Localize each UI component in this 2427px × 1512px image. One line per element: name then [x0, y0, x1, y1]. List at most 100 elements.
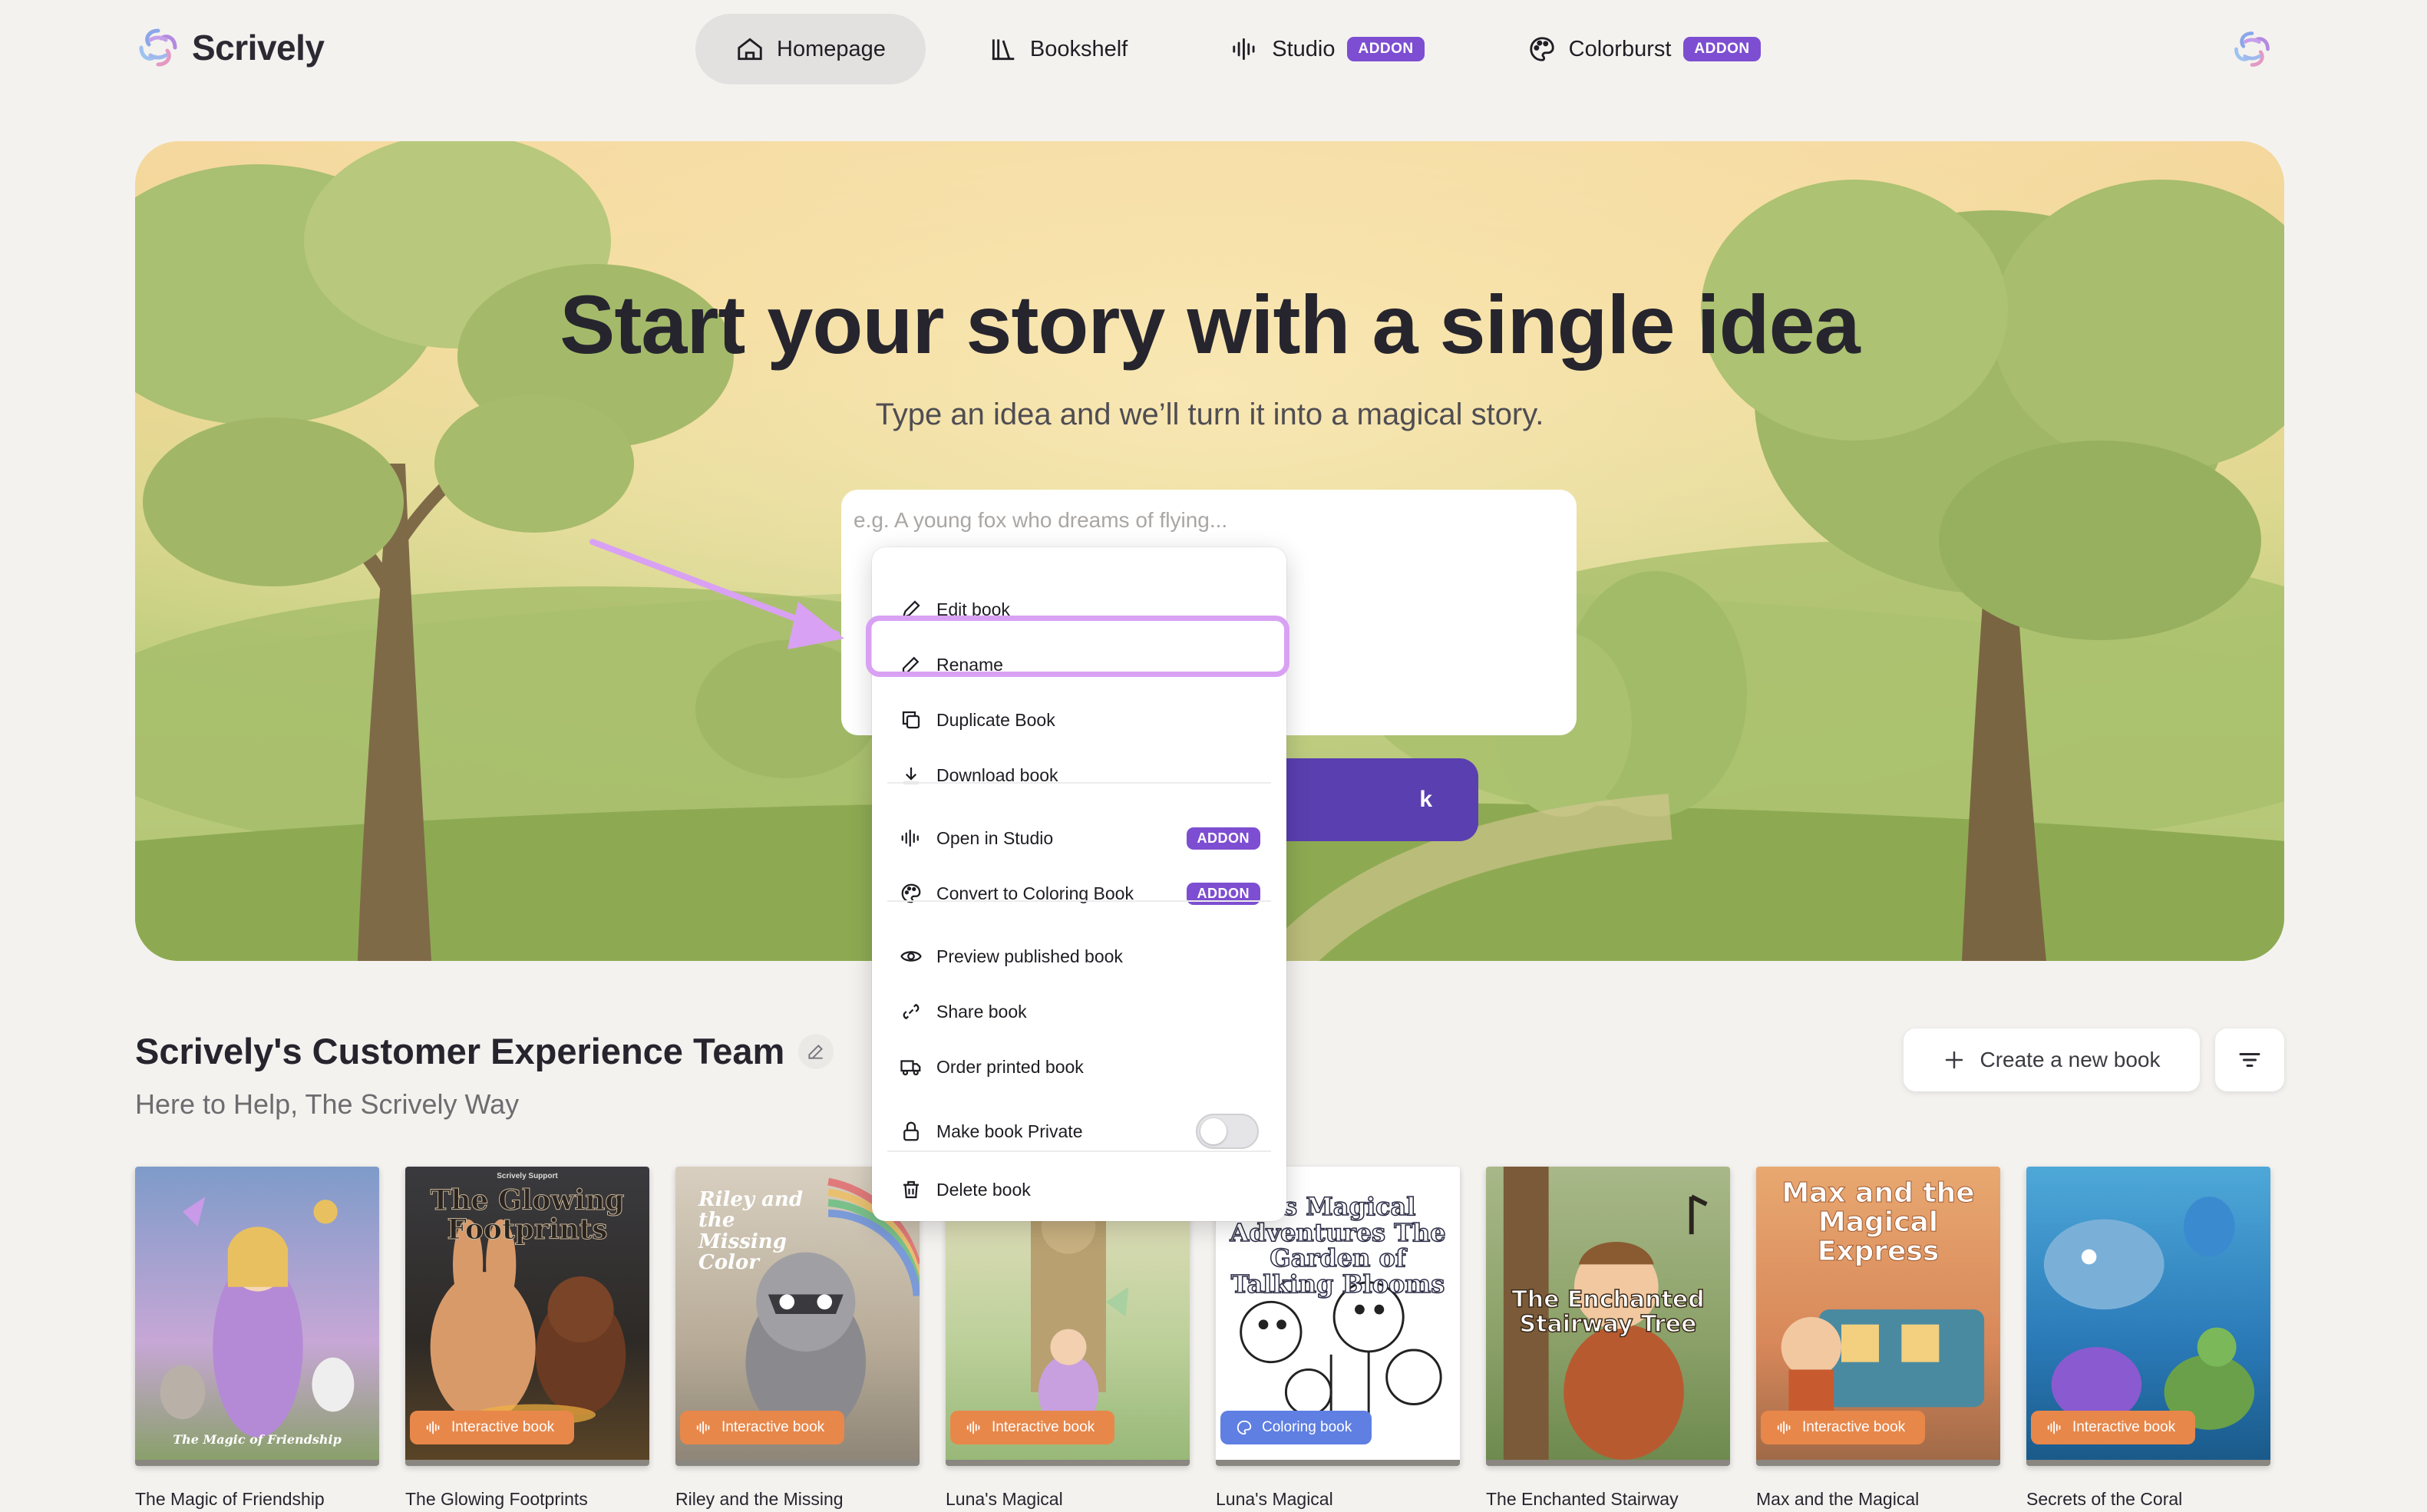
book-cover[interactable]: The Magic of Friendship [135, 1167, 379, 1466]
menu-duplicate-book[interactable]: Duplicate Book [884, 696, 1274, 744]
copy-icon [902, 711, 920, 729]
create-new-book-button[interactable]: Create a new book [1904, 1028, 2200, 1091]
book-cover[interactable]: Interactive book [2026, 1167, 2270, 1466]
audio-wave-icon [696, 1421, 710, 1434]
badge-label: Interactive book [721, 1419, 825, 1435]
book-title: Luna's Magical [946, 1489, 1063, 1509]
home-icon [738, 38, 762, 61]
menu-label: Share book [936, 1001, 1027, 1022]
audio-wave-icon [1777, 1421, 1791, 1434]
menu-order-printed[interactable]: Order printed book [884, 1043, 1274, 1091]
book-title: The Glowing Footprints [405, 1489, 588, 1509]
cover-title: The Glowing Footprints [430, 1184, 625, 1246]
nav-studio-label: Studio [1272, 36, 1336, 61]
book-card[interactable]: The Enchanted Stairway Tree The Enchante… [1486, 1167, 1730, 1510]
palette-icon [1237, 1420, 1252, 1435]
badge-label: Coloring book [1262, 1419, 1352, 1435]
menu-download-book[interactable]: Download book [884, 751, 1274, 799]
menu-edit-book[interactable]: Edit book [884, 586, 1274, 633]
nav-bookshelf-label: Bookshelf [1029, 36, 1128, 61]
book-card[interactable]: Scrively Support The Glowing Footprints … [405, 1167, 649, 1510]
book-card[interactable]: Interactive book Secrets of the Coral [2026, 1167, 2270, 1510]
book-title: The Enchanted Stairway [1486, 1489, 1679, 1509]
team-title: Scrively's Customer Experience Team [135, 1030, 834, 1072]
edit-book-icon [902, 600, 920, 619]
create-new-book-label: Create a new book [1980, 1048, 2161, 1071]
menu-label: Preview published book [936, 946, 1123, 966]
trash-icon [903, 1180, 919, 1199]
plus-icon [1946, 1051, 1963, 1069]
edit-team-button[interactable] [798, 1033, 834, 1069]
badge-label: Interactive book [451, 1419, 555, 1435]
menu-convert-coloring[interactable]: Convert to Coloring Book ADDON [884, 870, 1274, 917]
book-cover[interactable]: The Enchanted Stairway Tree [1486, 1167, 1730, 1466]
addon-badge: ADDON [1186, 827, 1260, 850]
book-title: Riley and the Missing [675, 1489, 844, 1509]
badge-label: Interactive book [1802, 1419, 1906, 1435]
menu-label: Edit book [936, 599, 1010, 619]
badge-label: Interactive book [2072, 1419, 2176, 1435]
book-title: Max and the Magical [1756, 1489, 1920, 1509]
book-title: Secrets of the Coral [2026, 1489, 2183, 1509]
menu-share-book[interactable]: Share book [884, 988, 1274, 1035]
menu-preview-published[interactable]: Preview published book [884, 933, 1274, 980]
book-cover[interactable]: Scrively Support The Glowing Footprints … [405, 1167, 649, 1466]
link-icon [903, 1003, 920, 1020]
brand-name: Scrively [192, 28, 325, 68]
scrively-logo-icon [139, 28, 177, 67]
menu-separator [887, 1151, 1271, 1152]
create-book-button[interactable]: k [1263, 758, 1478, 841]
interactive-book-badge: Interactive book [950, 1411, 1115, 1444]
top-nav: Scrively Homepage Bookshelf Studio ADDON… [0, 0, 2427, 100]
menu-label: Rename [936, 654, 1003, 675]
addon-badge: ADDON [1347, 37, 1425, 61]
menu-make-private[interactable]: Make book Private [884, 1108, 1274, 1155]
badge-label: Interactive book [992, 1419, 1095, 1435]
menu-rename[interactable]: Rename [884, 641, 1274, 688]
menu-label: Delete book [936, 1179, 1031, 1200]
team-tagline: Here to Help, The Scrively Way [135, 1088, 520, 1120]
hero-subtitle: Type an idea and we’ll turn it into a ma… [875, 398, 1544, 431]
nav-colorburst[interactable]: Colorburst ADDON [1488, 14, 1801, 84]
cover-title: The Magic of Friendship [173, 1432, 342, 1447]
palette-icon [1530, 37, 1554, 61]
menu-separator [887, 782, 1271, 784]
book-card[interactable]: The Magic of Friendship The Magic of Fri… [135, 1167, 379, 1510]
pencil-icon [808, 1044, 824, 1059]
interactive-book-badge: Interactive book [1761, 1411, 1926, 1444]
cover-top-text: Scrively Support [497, 1172, 558, 1180]
book-card[interactable]: Max and the Magical Express Interactive … [1756, 1167, 2000, 1510]
interactive-book-badge: Interactive book [2031, 1411, 2196, 1444]
nav-bookshelf[interactable]: Bookshelf [949, 14, 1167, 84]
idea-input[interactable] [854, 499, 1544, 542]
nav-studio[interactable]: Studio ADDON [1190, 14, 1464, 84]
cover-title: The Enchanted Stairway Tree [1511, 1286, 1706, 1338]
cover-title: Max and the Magical Express [1781, 1177, 1975, 1267]
menu-open-in-studio[interactable]: Open in Studio ADDON [884, 814, 1274, 862]
interactive-book-badge: Interactive book [410, 1411, 575, 1444]
audio-wave-icon [966, 1421, 980, 1434]
menu-label: Open in Studio [936, 827, 1054, 848]
private-toggle[interactable] [1196, 1114, 1259, 1149]
filter-button[interactable] [2215, 1028, 2284, 1091]
book-context-menu: Edit book Rename Duplicate Book Download… [872, 547, 1286, 1221]
coloring-book-badge: Coloring book [1220, 1411, 1372, 1444]
hero-title: Start your story with a single idea [560, 278, 1860, 371]
nav-homepage-label: Homepage [777, 36, 886, 61]
menu-delete-book[interactable]: Delete book [884, 1166, 1274, 1213]
brand-logo[interactable]: Scrively [135, 25, 325, 71]
cover-illustration [160, 1197, 355, 1438]
menu-separator [887, 900, 1271, 902]
nav-colorburst-label: Colorburst [1568, 36, 1672, 61]
create-book-button-label: k [1419, 787, 1432, 812]
audio-wave-icon [1233, 38, 1255, 61]
nav-homepage[interactable]: Homepage [695, 14, 926, 84]
book-title: Luna's Magical [1216, 1489, 1333, 1509]
menu-label: Order printed book [936, 1056, 1084, 1077]
account-logo-icon[interactable] [2231, 28, 2273, 71]
lock-icon [903, 1121, 919, 1141]
audio-wave-icon [426, 1421, 440, 1434]
pencil-icon [902, 656, 920, 674]
book-cover[interactable]: Max and the Magical Express Interactive … [1756, 1167, 2000, 1466]
audio-wave-icon [901, 829, 919, 847]
